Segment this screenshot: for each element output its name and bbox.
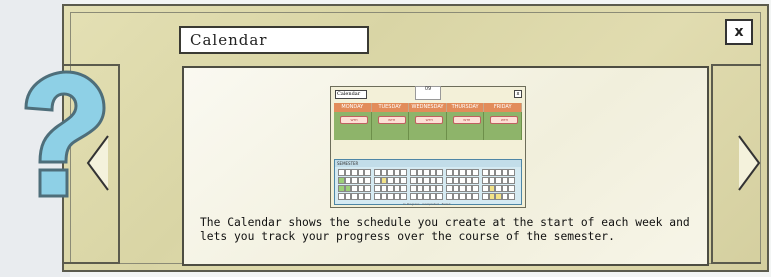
day-body: WTH [409,112,447,140]
semester-cell [508,185,515,192]
activity-pill: WTH [452,116,481,124]
preview-legend: In Progress · Completed · Failed [403,202,451,206]
preview-week: MONDAY WTH TUESDAY WTH WEDNESDAY WTH THU… [334,103,522,140]
day-body: WTH [334,112,372,140]
day-header: TUESDAY [371,103,410,112]
legend-item: In Progress [403,202,420,206]
day-body: WTH [484,112,522,140]
semester-cell [364,185,371,192]
semester-cell [472,185,479,192]
preview-day: TUESDAY WTH [371,103,410,140]
calendar-preview-image: Calendar x 09 MONDAY WTH TUESDAY WTH WED… [330,86,526,208]
semester-cell [436,169,443,176]
semester-cell [436,193,443,200]
semester-cell [364,169,371,176]
semester-cell [472,177,479,184]
preview-semester: SEMESTER [334,159,522,205]
close-button[interactable]: x [725,19,753,45]
day-body: WTH [446,112,485,140]
preview-date: 09 [415,86,441,100]
preview-day: THURSDAY WTH [446,103,485,140]
question-mark-icon [8,70,108,200]
day-body: WTH [371,112,410,140]
activity-pill: WTH [415,116,444,124]
preview-day: WEDNESDAY WTH [409,103,447,140]
preview-close-icon: x [514,90,522,98]
semester-grid [338,169,518,203]
semester-cell [400,177,407,184]
semester-cell [508,169,515,176]
semester-cell [436,177,443,184]
page-title: Calendar [179,26,369,54]
semester-cell [400,169,407,176]
preview-day: FRIDAY WTH [484,103,522,140]
day-header: WEDNESDAY [409,103,447,112]
day-header: MONDAY [334,103,372,112]
semester-cell [508,177,515,184]
semester-cell [364,177,371,184]
activity-pill: WTH [340,116,368,124]
activity-pill: WTH [377,116,406,124]
help-description: The Calendar shows the schedule you crea… [200,216,690,243]
semester-cell [400,193,407,200]
activity-pill: WTH [490,116,519,124]
semester-label: SEMESTER [335,160,521,167]
legend-item: Failed [441,202,451,206]
semester-cell [364,193,371,200]
legend-item: Completed [422,202,439,206]
semester-cell [508,193,515,200]
preview-title: Calendar [335,90,367,99]
semester-cell [472,169,479,176]
day-header: FRIDAY [484,103,522,112]
preview-day: MONDAY WTH [334,103,372,140]
day-header: THURSDAY [446,103,485,112]
semester-cell [400,185,407,192]
semester-cell [436,185,443,192]
help-content: Calendar x 09 MONDAY WTH TUESDAY WTH WED… [182,66,709,266]
semester-cell [472,193,479,200]
calendar-help-panel: Calendar x Calendar x 09 MONDAY WTH TUES… [62,4,769,272]
next-page-button[interactable] [711,64,761,264]
chevron-right-icon [738,135,761,191]
